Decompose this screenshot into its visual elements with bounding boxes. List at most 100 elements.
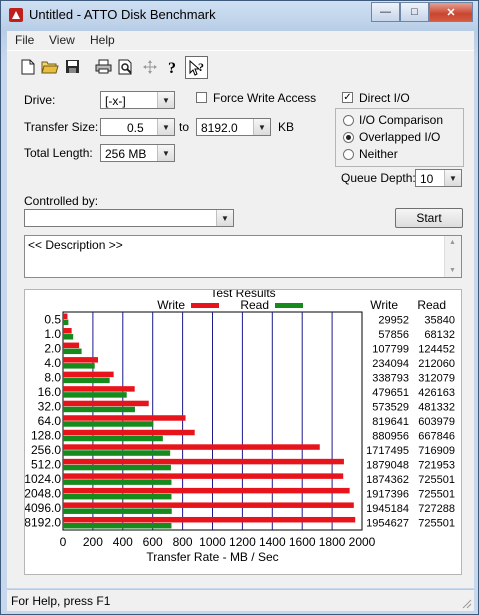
chevron-down-icon: ▼ [157,145,174,161]
force-write-checkbox[interactable] [196,92,207,103]
read-value: 35840 [424,314,455,326]
x-tick-label: 2000 [349,535,376,549]
drive-select[interactable]: [-x-] ▼ [100,91,175,109]
minimize-button[interactable]: — [371,2,400,22]
context-help-button[interactable]: ? [185,56,208,79]
write-bar [63,342,80,349]
status-text: For Help, press F1 [11,594,111,608]
print-icon [95,59,112,74]
open-button[interactable] [39,56,60,77]
x-tick-label: 1400 [259,535,286,549]
io-comparison-radio[interactable] [343,115,354,126]
read-bar [63,479,172,485]
move-button[interactable] [139,56,160,77]
resize-grip-icon[interactable] [460,597,472,609]
read-bar [63,493,172,500]
legend-write-label: Write [157,298,185,312]
queue-depth-select[interactable]: 10 ▼ [415,169,462,187]
title-bar[interactable]: Untitled - ATTO Disk Benchmark — □ ✕ [1,1,478,29]
print-button[interactable] [93,56,114,77]
x-axis-label: Transfer Rate - MB / Sec [146,550,278,564]
write-value: 234094 [372,358,409,370]
minimize-icon: — [380,6,391,18]
total-length-label: Total Length: [24,146,93,160]
table-header-read: Read [417,298,446,312]
chevron-down-icon: ▼ [157,92,174,108]
transfer-size-from-select[interactable]: 0.5 ▼ [100,118,175,136]
direct-io-checkbox[interactable]: ✓ [342,92,353,103]
read-value: 716909 [418,445,455,457]
scroll-down-icon[interactable]: ▼ [449,267,456,274]
write-bar [63,386,135,392]
read-bar [63,377,110,384]
controlled-by-label: Controlled by: [24,194,99,208]
read-value: 725501 [418,474,455,486]
write-bar [63,371,114,378]
write-bar [63,458,344,465]
neither-label: Neither [359,147,398,161]
transfer-size-to-select[interactable]: 8192.0 ▼ [196,118,271,136]
save-button[interactable] [62,56,83,77]
print-preview-button[interactable] [115,56,136,77]
new-button[interactable] [17,56,38,77]
window-title: Untitled - ATTO Disk Benchmark [29,7,216,22]
overlapped-io-radio[interactable] [343,132,354,143]
x-tick-label: 200 [83,535,103,549]
maximize-icon: □ [411,6,418,18]
write-bar [63,357,98,363]
write-bar [63,429,195,436]
read-value: 725501 [418,518,455,530]
print-preview-icon [118,59,132,74]
start-button[interactable]: Start [395,208,463,228]
y-tick-label: 64.0 [38,414,62,428]
description-scrollbar[interactable]: ▲ ▼ [444,236,461,277]
write-value: 1917396 [366,489,409,501]
y-tick-label: 1.0 [44,327,61,341]
read-bar [63,464,171,471]
drive-label: Drive: [24,93,56,107]
y-tick-label: 2048.0 [25,487,61,501]
write-value: 479651 [372,387,409,399]
menu-bar: File View Help [7,31,474,50]
maximize-button[interactable]: □ [400,2,429,22]
chevron-down-icon: ▼ [216,210,233,226]
read-bar [63,435,163,442]
scroll-up-icon[interactable]: ▲ [449,239,456,246]
read-bar [63,522,172,529]
force-write-label: Force Write Access [213,91,317,105]
write-value: 107799 [372,343,409,355]
write-value: 57856 [378,329,409,341]
menu-help[interactable]: Help [90,33,115,47]
close-button[interactable]: ✕ [429,2,473,22]
write-bar [63,313,68,319]
atto-app-icon [9,8,23,22]
open-folder-icon [40,61,59,74]
menu-file[interactable]: File [15,33,34,47]
x-tick-label: 1800 [319,535,346,549]
chevron-down-icon: ▼ [157,119,174,135]
x-tick-label: 400 [113,535,133,549]
toolbar: ? ? [7,50,474,82]
close-icon: ✕ [446,6,456,19]
io-comparison-label: I/O Comparison [359,113,444,127]
description-box[interactable]: << Description >> ▲ ▼ [24,235,462,278]
controlled-by-select[interactable]: ▼ [24,209,234,227]
chevron-down-icon: ▼ [253,119,270,135]
total-length-select[interactable]: 256 MB ▼ [100,144,175,162]
help-button[interactable]: ? [162,56,183,77]
neither-radio[interactable] [343,149,354,160]
queue-depth-value: 10 [420,172,434,186]
x-tick-label: 1000 [199,535,226,549]
write-bar [63,400,149,407]
transfer-size-label: Transfer Size: [24,120,99,134]
y-tick-label: 4.0 [44,356,61,370]
write-value: 819641 [372,416,409,428]
write-value: 573529 [372,401,409,413]
overlapped-io-label: Overlapped I/O [359,130,441,144]
read-value: 426163 [418,387,455,399]
y-tick-label: 8192.0 [25,516,61,530]
results-chart: Test ResultsWrite Read Write Read0 200 400 600… [24,286,455,564]
write-bar [63,415,186,421]
chevron-down-icon: ▼ [444,170,461,186]
menu-view[interactable]: View [49,33,75,47]
